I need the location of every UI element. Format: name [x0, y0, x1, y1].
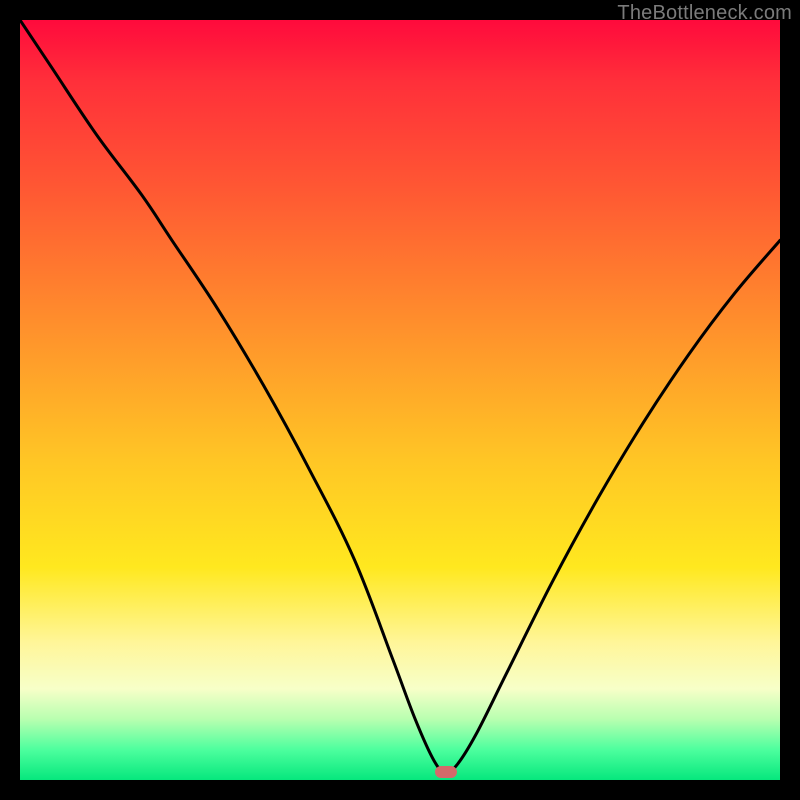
optimum-marker [435, 766, 457, 778]
bottleneck-curve [20, 20, 780, 780]
plot-area [20, 20, 780, 780]
chart-frame: TheBottleneck.com [0, 0, 800, 800]
